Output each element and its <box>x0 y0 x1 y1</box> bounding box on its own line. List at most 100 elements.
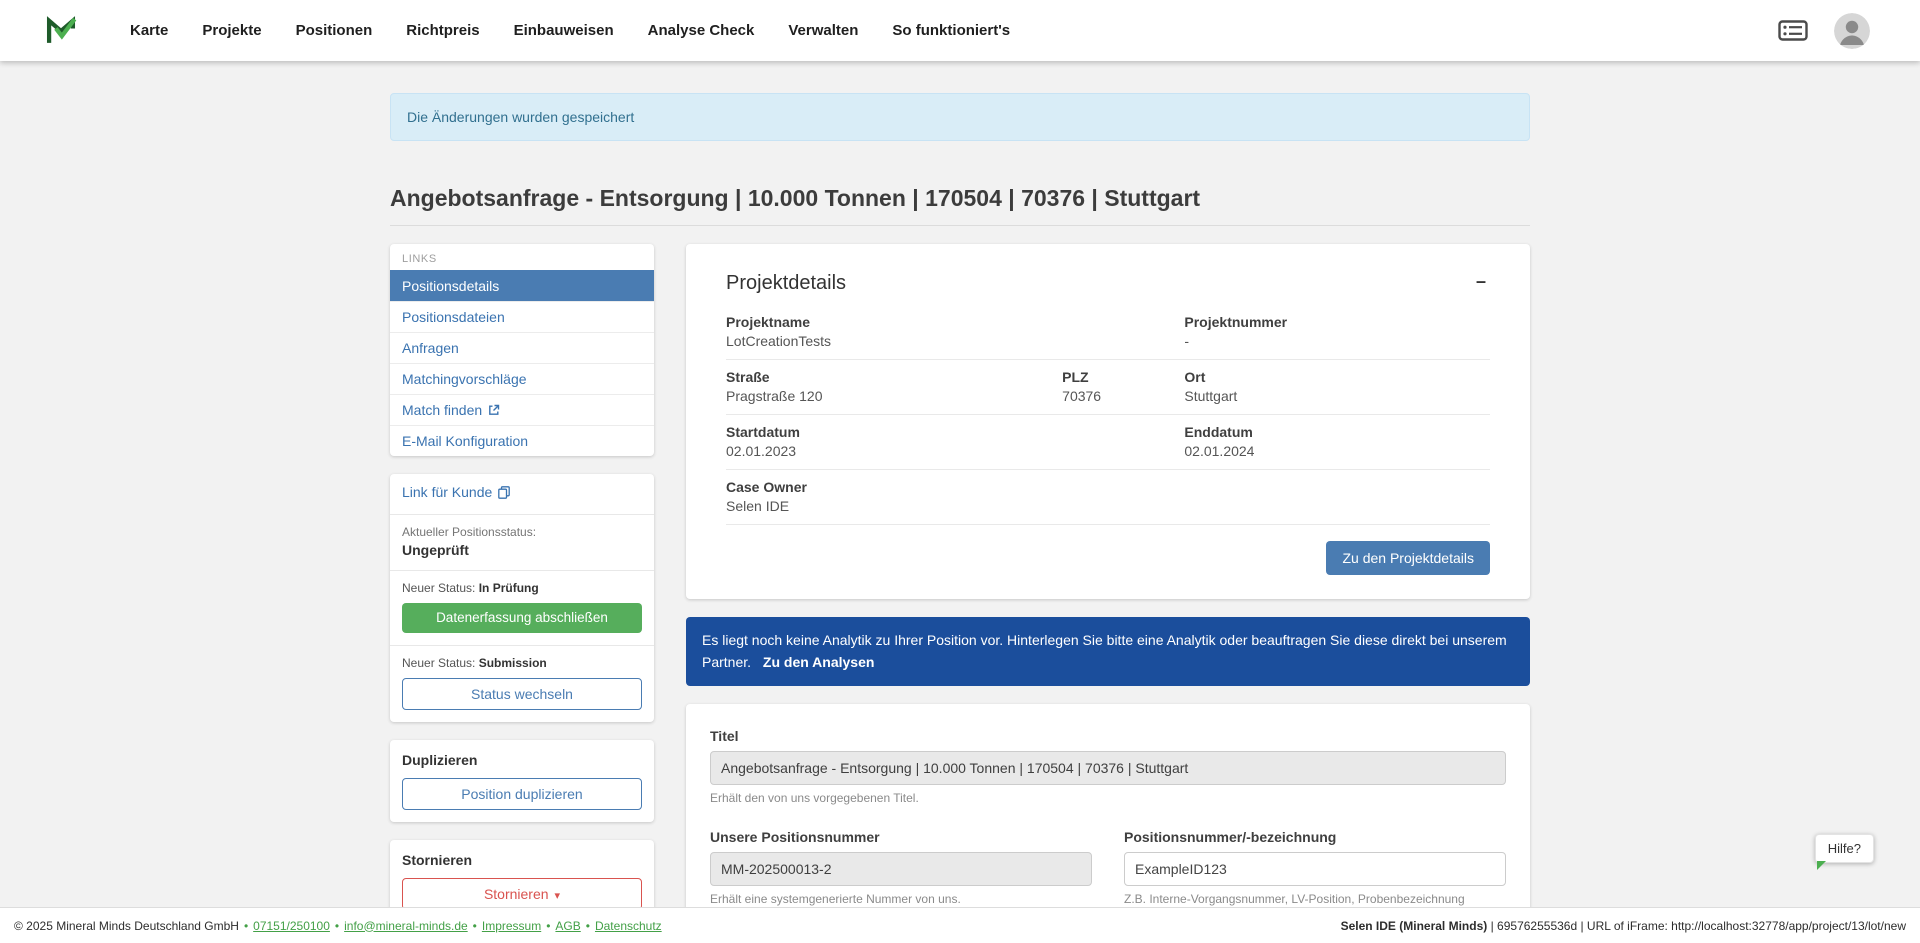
sidebar-item-positionsdetails[interactable]: Positionsdetails <box>390 270 654 301</box>
nav-item-richtpreis[interactable]: Richtpreis <box>406 22 479 39</box>
customer-link[interactable]: Link für Kunde <box>402 484 510 500</box>
field-case-owner: Case Owner Selen IDE <box>726 479 1490 514</box>
footer-impressum-link[interactable]: Impressum <box>482 919 541 933</box>
our-position-number-input <box>710 852 1092 886</box>
sidebar-item-label: Positionsdetails <box>402 278 499 294</box>
footer: © 2025 Mineral Minds Deutschland GmbH • … <box>0 907 1920 943</box>
nav-item-analyse-check[interactable]: Analyse Check <box>648 22 755 39</box>
cancel-button-label: Stornieren <box>484 886 549 902</box>
session-info: Selen IDE (Mineral Minds) | 69576255536d… <box>1341 919 1906 933</box>
duplicate-card: Duplizieren Position duplizieren <box>390 740 654 822</box>
sidebar-item-anfragen[interactable]: Anfragen <box>390 332 654 363</box>
server-icon[interactable] <box>1778 20 1808 41</box>
position-number-label: Positionsnummer/-bezeichnung <box>1124 829 1506 845</box>
user-avatar[interactable] <box>1834 13 1870 49</box>
nav-item-einbauweisen[interactable]: Einbauweisen <box>514 22 614 39</box>
project-details-card: Projektdetails – Projektname LotCreation… <box>686 244 1530 599</box>
sidebar-item-positionsdateien[interactable]: Positionsdateien <box>390 301 654 332</box>
title-divider <box>390 225 1530 226</box>
new-status-value: Submission <box>479 656 547 670</box>
nav-item-positionen[interactable]: Positionen <box>296 22 373 39</box>
footer-phone-link[interactable]: 07151/250100 <box>253 919 330 933</box>
field-projektnummer: Projektnummer - <box>1184 314 1490 349</box>
links-card: LINKS Positionsdetails Positionsdateien … <box>390 244 654 456</box>
change-status-button[interactable]: Status wechseln <box>402 678 642 710</box>
title-input <box>710 751 1506 785</box>
field-strasse: Straße Pragstraße 120 <box>726 369 1062 404</box>
sidebar-item-email-konfiguration[interactable]: E-Mail Konfiguration <box>390 425 654 456</box>
field-enddatum: Enddatum 02.01.2024 <box>1184 424 1490 459</box>
sidebar: LINKS Positionsdetails Positionsdateien … <box>390 244 654 940</box>
copyright-text: © 2025 Mineral Minds Deutschland GmbH <box>14 919 239 933</box>
page-body: Die Änderungen wurden gespeichert Angebo… <box>0 61 1920 943</box>
logo-m-icon <box>44 14 78 48</box>
footer-info: © 2025 Mineral Minds Deutschland GmbH • … <box>14 919 662 933</box>
nav-item-verwalten[interactable]: Verwalten <box>788 22 858 39</box>
field-plz: PLZ 70376 <box>1062 369 1184 404</box>
our-position-number-helper: Erhält eine systemgenerierte Nummer von … <box>710 892 1092 906</box>
project-details-heading: Projektdetails <box>726 272 846 295</box>
current-status-value: Ungeprüft <box>402 542 642 558</box>
field-projektname: Projektname LotCreationTests <box>726 314 1184 349</box>
position-number-helper: Z.B. Interne-Vorgangsnummer, LV-Position… <box>1124 892 1506 906</box>
separator-dot: • <box>473 919 477 933</box>
status-card: Link für Kunde Aktueller Positionsstatus… <box>390 474 654 722</box>
mineral-minds-logo[interactable] <box>44 14 78 48</box>
sidebar-item-label: Anfragen <box>402 340 459 356</box>
sidebar-item-label: Positionsdateien <box>402 309 505 325</box>
duplicate-position-button[interactable]: Position duplizieren <box>402 778 642 810</box>
cancel-dropdown-button[interactable]: Stornieren ▾ <box>402 878 642 910</box>
person-icon <box>1834 13 1870 49</box>
external-link-icon <box>488 404 500 416</box>
customer-link-label: Link für Kunde <box>402 484 492 500</box>
cancel-heading: Stornieren <box>402 852 642 868</box>
sidebar-item-label: Match finden <box>402 402 482 418</box>
new-status-value: In Prüfung <box>479 581 539 595</box>
new-status-line-submission: Neuer Status: Submission <box>402 656 642 670</box>
current-status-label: Aktueller Positionsstatus: <box>402 525 642 539</box>
title-field-helper: Erhält den von uns vorgegebenen Titel. <box>710 791 1506 805</box>
sidebar-item-match-finden[interactable]: Match finden <box>390 394 654 425</box>
separator-dot: • <box>244 919 248 933</box>
footer-agb-link[interactable]: AGB <box>555 919 580 933</box>
new-status-line-review: Neuer Status: In Prüfung <box>402 581 642 595</box>
project-details-button[interactable]: Zu den Projektdetails <box>1326 541 1490 575</box>
main-content: Projektdetails – Projektname LotCreation… <box>686 244 1530 943</box>
nav-item-so-funktionierts[interactable]: So funktioniert's <box>892 22 1010 39</box>
position-number-group: Positionsnummer/-bezeichnung Z.B. Intern… <box>1124 829 1506 906</box>
our-position-number-group: Unsere Positionsnummer Erhält eine syste… <box>710 829 1092 906</box>
help-button[interactable]: Hilfe? <box>1815 834 1874 863</box>
saved-changes-alert: Die Änderungen wurden gespeichert <box>390 93 1530 141</box>
links-header: LINKS <box>390 244 654 270</box>
position-form-card: Titel Erhält den von uns vorgegebenen Ti… <box>686 704 1530 936</box>
project-fields: Projektname LotCreationTests Projektnumm… <box>726 305 1490 525</box>
position-number-input[interactable] <box>1124 852 1506 886</box>
top-navigation-bar: Karte Projekte Positionen Richtpreis Ein… <box>0 0 1920 61</box>
nav-item-karte[interactable]: Karte <box>130 22 168 39</box>
separator-dot: • <box>546 919 550 933</box>
page-title: Angebotsanfrage - Entsorgung | 10.000 To… <box>390 185 1530 212</box>
alert-message: Die Änderungen wurden gespeichert <box>407 109 634 125</box>
main-nav: Karte Projekte Positionen Richtpreis Ein… <box>130 22 1010 39</box>
sidebar-item-label: E-Mail Konfiguration <box>402 433 528 449</box>
new-status-label: Neuer Status: <box>402 581 475 595</box>
footer-datenschutz-link[interactable]: Datenschutz <box>595 919 662 933</box>
caret-down-icon: ▾ <box>555 890 561 902</box>
session-user: Selen IDE (Mineral Minds) <box>1341 919 1488 933</box>
our-position-number-label: Unsere Positionsnummer <box>710 829 1092 845</box>
separator-dot: • <box>586 919 590 933</box>
complete-data-entry-button[interactable]: Datenerfassung abschließen <box>402 603 642 633</box>
footer-email-link[interactable]: info@mineral-minds.de <box>344 919 468 933</box>
separator-dot: • <box>335 919 339 933</box>
new-status-label: Neuer Status: <box>402 656 475 670</box>
sidebar-item-matchingvorschlaege[interactable]: Matchingvorschläge <box>390 363 654 394</box>
duplicate-heading: Duplizieren <box>402 752 642 768</box>
collapse-icon[interactable]: – <box>1472 272 1490 290</box>
analytics-banner: Es liegt noch keine Analytik zu Ihrer Po… <box>686 617 1530 686</box>
analytics-banner-link[interactable]: Zu den Analysen <box>763 654 875 670</box>
field-ort: Ort Stuttgart <box>1184 369 1490 404</box>
session-details: | 69576255536d | URL of iFrame: http://l… <box>1487 919 1906 933</box>
nav-item-projekte[interactable]: Projekte <box>202 22 261 39</box>
title-field-label: Titel <box>710 728 1506 744</box>
field-startdatum: Startdatum 02.01.2023 <box>726 424 1184 459</box>
